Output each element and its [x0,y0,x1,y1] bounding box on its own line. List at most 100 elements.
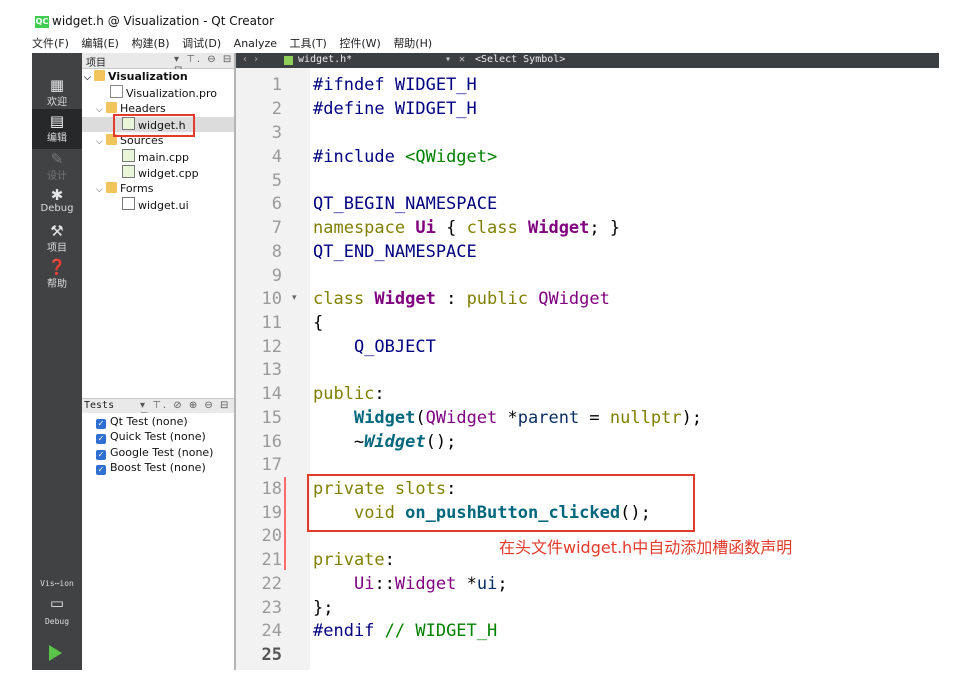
test-item-quick[interactable]: ✓ Quick Test (none) [96,429,206,444]
source-file-icon [122,149,135,162]
mode-design[interactable]: ✎ 设计 [32,151,82,182]
file-dropdown-icon[interactable]: ▾ [445,54,451,65]
tree-forms[interactable]: ⌵ Forms [96,181,153,196]
edit-icon: ▤ [49,112,65,130]
menu-controls[interactable]: 控件(W) [339,35,380,51]
tests-list: ✓ Qt Test (none) ✓ Quick Test (none) ✓ Goog… [82,413,234,670]
mode-projects[interactable]: ⚒ 项目 [32,223,82,254]
chevron-down-icon[interactable]: ⌵ [96,135,106,150]
line-number: 8 [271,242,282,262]
code-line: private: [313,550,395,570]
line-number: 18 [261,479,282,499]
code-line: #ifndef WIDGET_H [313,75,477,95]
tree-item-widget-ui[interactable]: widget.ui [122,197,189,212]
mode-edit[interactable]: ▤ 编辑 [32,109,82,149]
line-number-current: 25 [261,645,282,665]
test-item-boost[interactable]: ✓ Boost Test (none) [96,460,206,475]
line-number: 24 [261,621,282,641]
checkbox-checked-icon[interactable]: ✓ [96,419,106,429]
run-icon[interactable] [49,645,62,661]
tree-item-main-cpp[interactable]: main.cpp [122,149,189,164]
line-number: 5 [271,171,282,191]
code-line: #endif // WIDGET_H [313,621,498,641]
line-number: 12 [261,337,282,357]
code-line: Widget(QWidget *parent = nullptr); [353,408,703,428]
checkbox-checked-icon[interactable]: ✓ [96,465,106,475]
kit-config-label: Debug [44,617,70,626]
menu-debug[interactable]: 调试(D) [182,35,221,51]
checkbox-checked-icon[interactable]: ✓ [96,434,106,444]
tree-item-pro[interactable]: Visualization.pro [110,85,217,100]
line-number: 10 [261,289,282,309]
checkbox-checked-icon[interactable]: ✓ [96,450,106,460]
tree-root[interactable]: ⌵ Visualization [84,69,188,84]
design-icon: ✎ [50,150,64,168]
line-number: 19 [261,503,282,523]
highlight-box-slot-declaration [307,474,695,532]
fold-arrow-icon[interactable]: ▾ [292,293,297,303]
line-number: 13 [261,360,282,380]
mode-debug[interactable]: ✱ Debug [32,187,82,214]
qt-creator-logo-icon: QC [35,16,49,28]
mode-help[interactable]: ❓ 帮助 [32,259,82,290]
code-line: #include <QWidget> [313,147,498,167]
bug-icon: ✱ [50,186,64,204]
code-line: Q_OBJECT [313,337,436,357]
chevron-down-icon[interactable]: ⌵ [84,71,94,86]
folder-icon [94,70,105,81]
annotation-text: 在头文件widget.h中自动添加槽函数声明 [499,538,793,557]
line-number: 2 [271,99,282,119]
code-line: Ui::Widget *ui; [353,574,508,594]
line-number: 7 [271,218,282,238]
source-file-icon [122,165,135,178]
line-number: 6 [271,194,282,214]
code-line: #define WIDGET_H [313,99,477,119]
line-number: 23 [261,598,282,618]
test-item-google[interactable]: ✓ Google Test (none) [96,445,213,460]
wrench-icon: ⚒ [50,222,64,240]
tree-item-widget-cpp[interactable]: widget.cpp [122,165,199,180]
line-number: 1 [271,75,282,95]
header-file-icon [284,56,293,65]
pro-file-icon [110,85,123,98]
menu-analyze[interactable]: Analyze [234,37,277,50]
code-line: }; [313,598,334,618]
code-line: namespace Ui { class Widget; } [313,218,621,238]
line-number: 11 [261,313,282,333]
menu-bar: 文件(F) 编辑(E) 构建(B) 调试(D) Analyze 工具(T) 控件… [32,35,441,52]
menu-tools[interactable]: 工具(T) [290,35,327,51]
line-number: 14 [261,384,282,404]
nav-back-forward-icon[interactable]: ‹› [242,54,264,65]
editor-toolbar: ‹› widget.h* ▾ ✕ <Select Symbol> [236,53,939,68]
line-number: 3 [271,123,282,143]
title-bar: QC widget.h @ Visualization - Qt Creator [0,0,971,32]
chevron-down-icon[interactable]: ⌵ [96,183,106,198]
menu-edit[interactable]: 编辑(E) [81,35,119,51]
menu-file[interactable]: 文件(F) [32,35,69,51]
folder-icon [106,102,117,113]
line-number: 20 [261,526,282,546]
highlight-box-widget-h [113,114,195,137]
line-number: 15 [261,408,282,428]
monitor-icon: ▭ [49,594,65,612]
tests-panel-title: Tests [84,400,115,411]
folder-icon [106,182,117,193]
test-item-qt[interactable]: ✓ Qt Test (none) [96,414,188,429]
menu-help[interactable]: 帮助(H) [393,35,432,51]
kit-project-label: Vis⋯ion [40,579,74,588]
kit-selector[interactable]: ▭ [32,595,82,611]
mode-welcome[interactable]: ▦ 欢迎 [32,77,82,108]
line-number: 4 [271,147,282,167]
symbol-selector[interactable]: <Select Symbol> [475,54,565,65]
line-number: 21 [261,550,282,570]
code-line: QT_END_NAMESPACE [313,242,477,262]
menu-build[interactable]: 构建(B) [131,35,169,51]
project-panel-title: 项目 [86,58,106,69]
window-title: widget.h @ Visualization - Qt Creator [52,14,275,28]
editor-file-tab[interactable]: widget.h* [298,54,352,65]
change-marker [284,477,286,570]
chevron-down-icon[interactable]: ⌵ [96,103,106,118]
project-panel-header: 项目 ▾ ⊤. ⊖ ⊟ ⊡ [82,53,234,76]
line-number: 17 [261,455,282,475]
close-icon[interactable]: ✕ [459,54,465,65]
